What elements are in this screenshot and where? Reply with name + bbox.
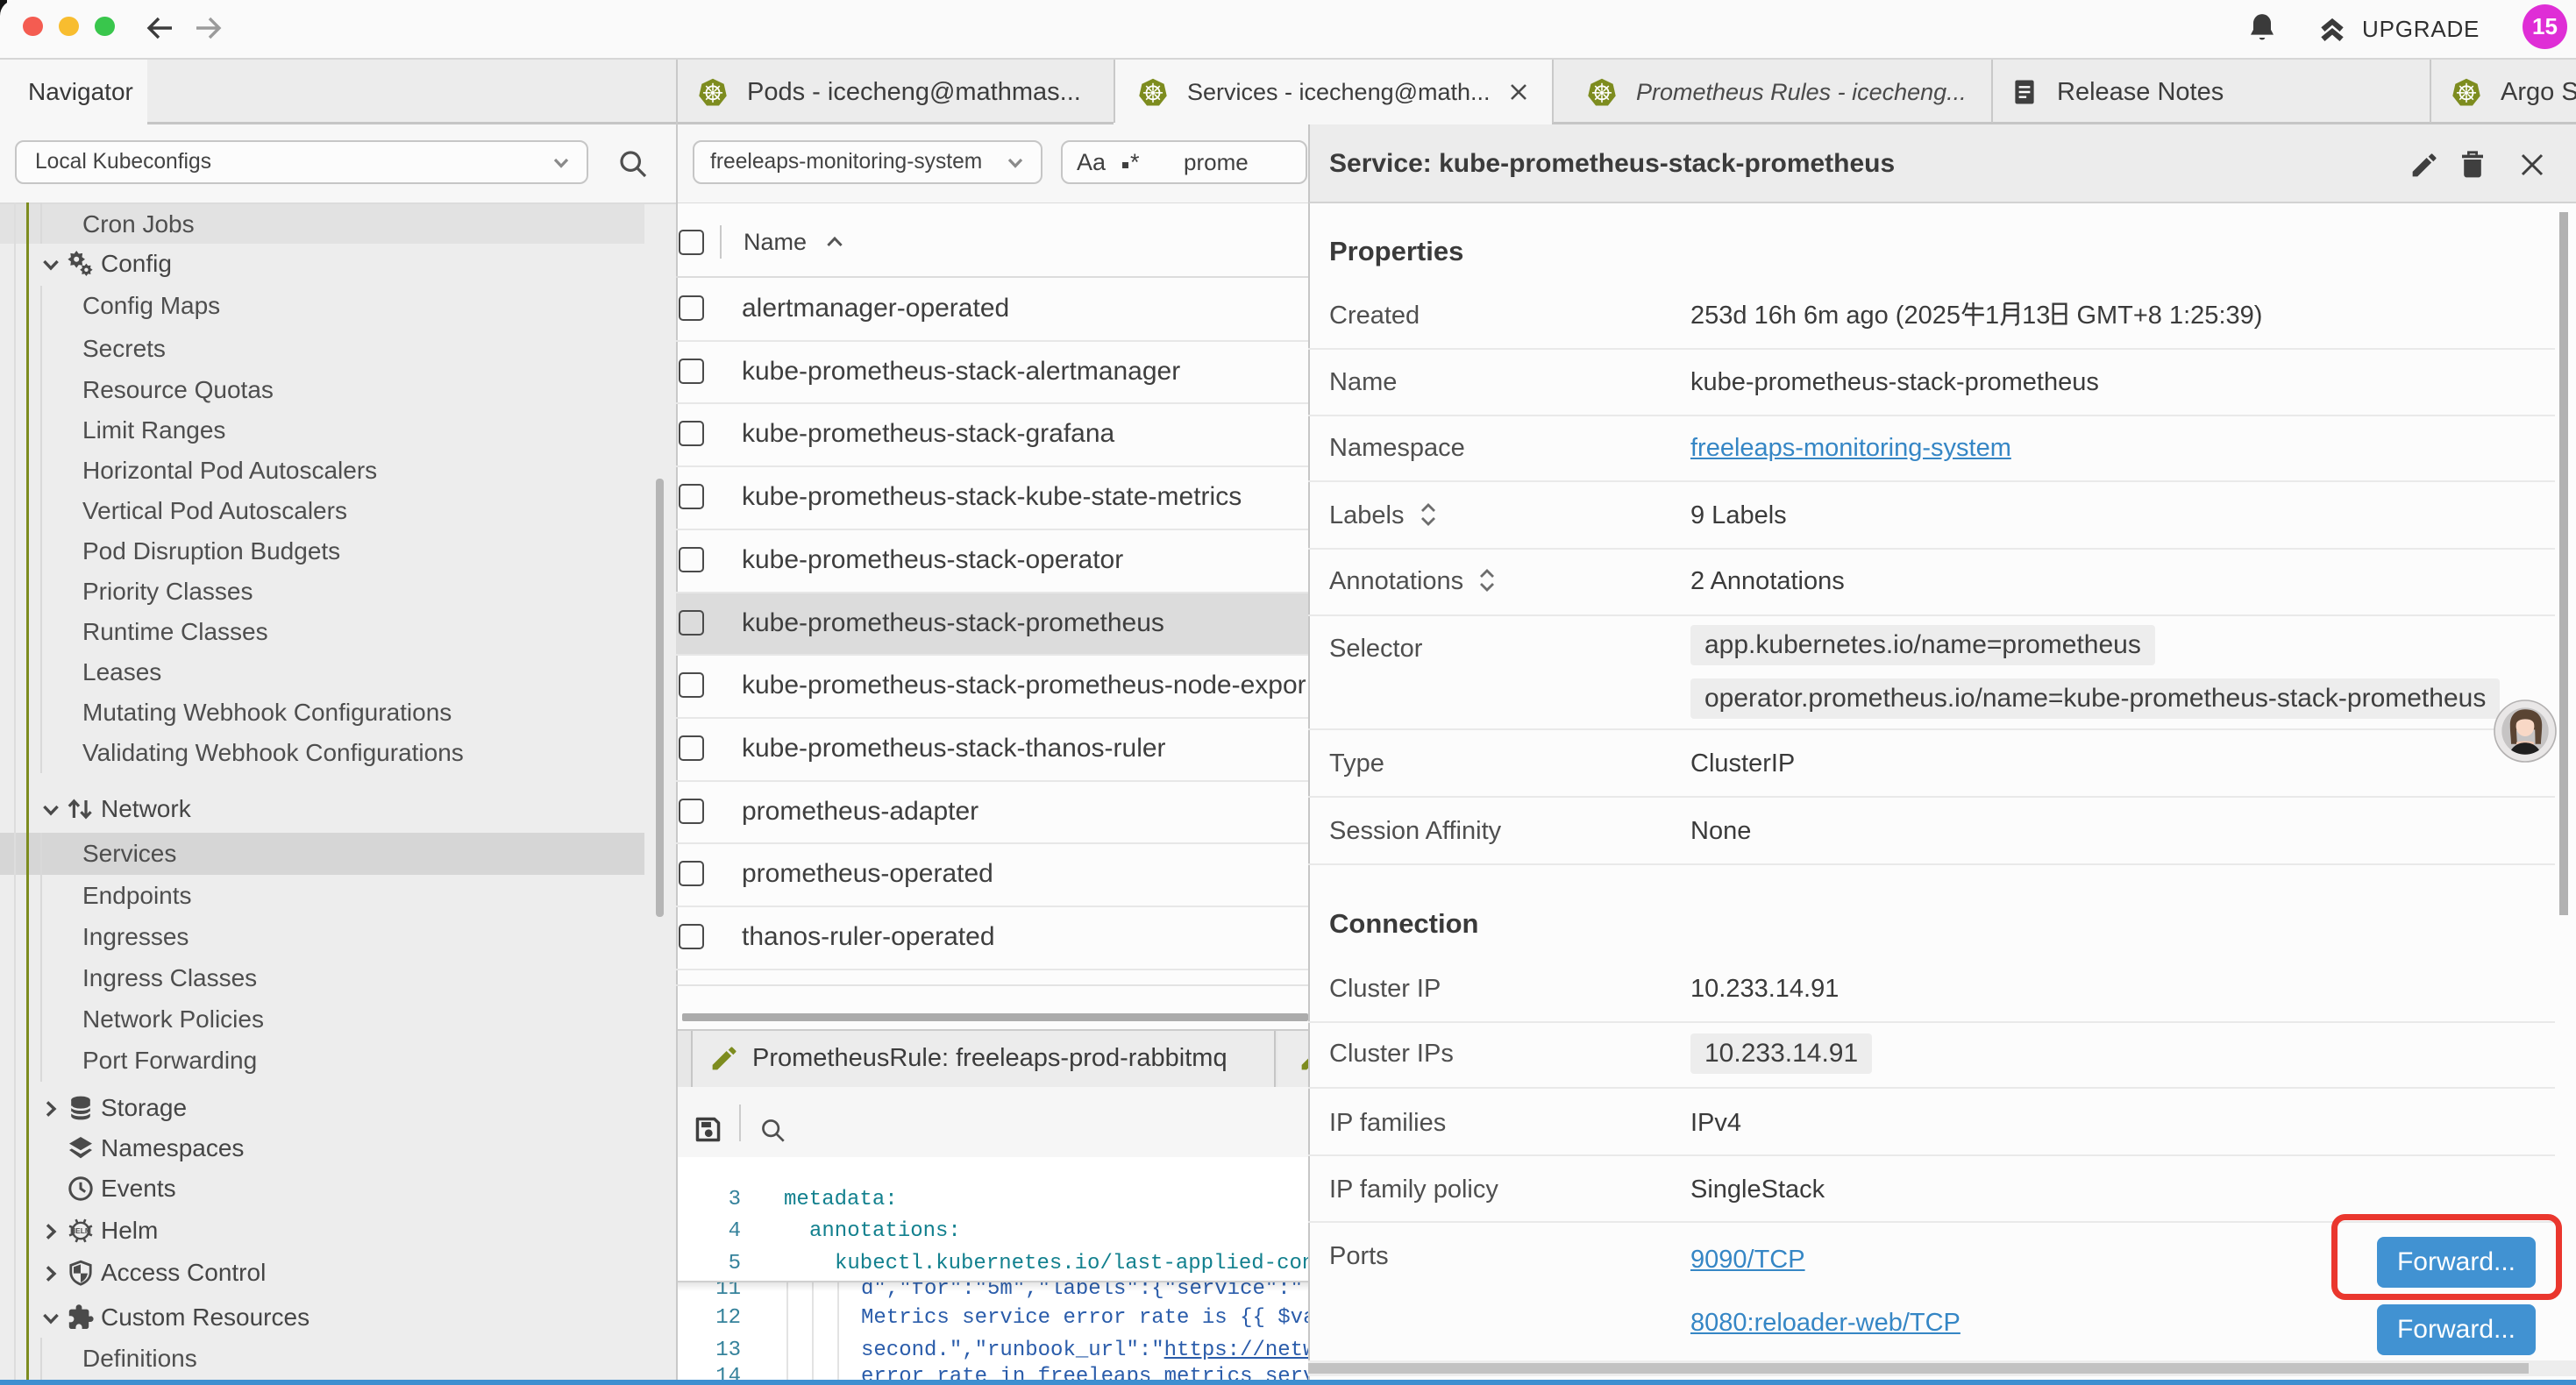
svg-text:HELM: HELM [70, 1226, 91, 1235]
